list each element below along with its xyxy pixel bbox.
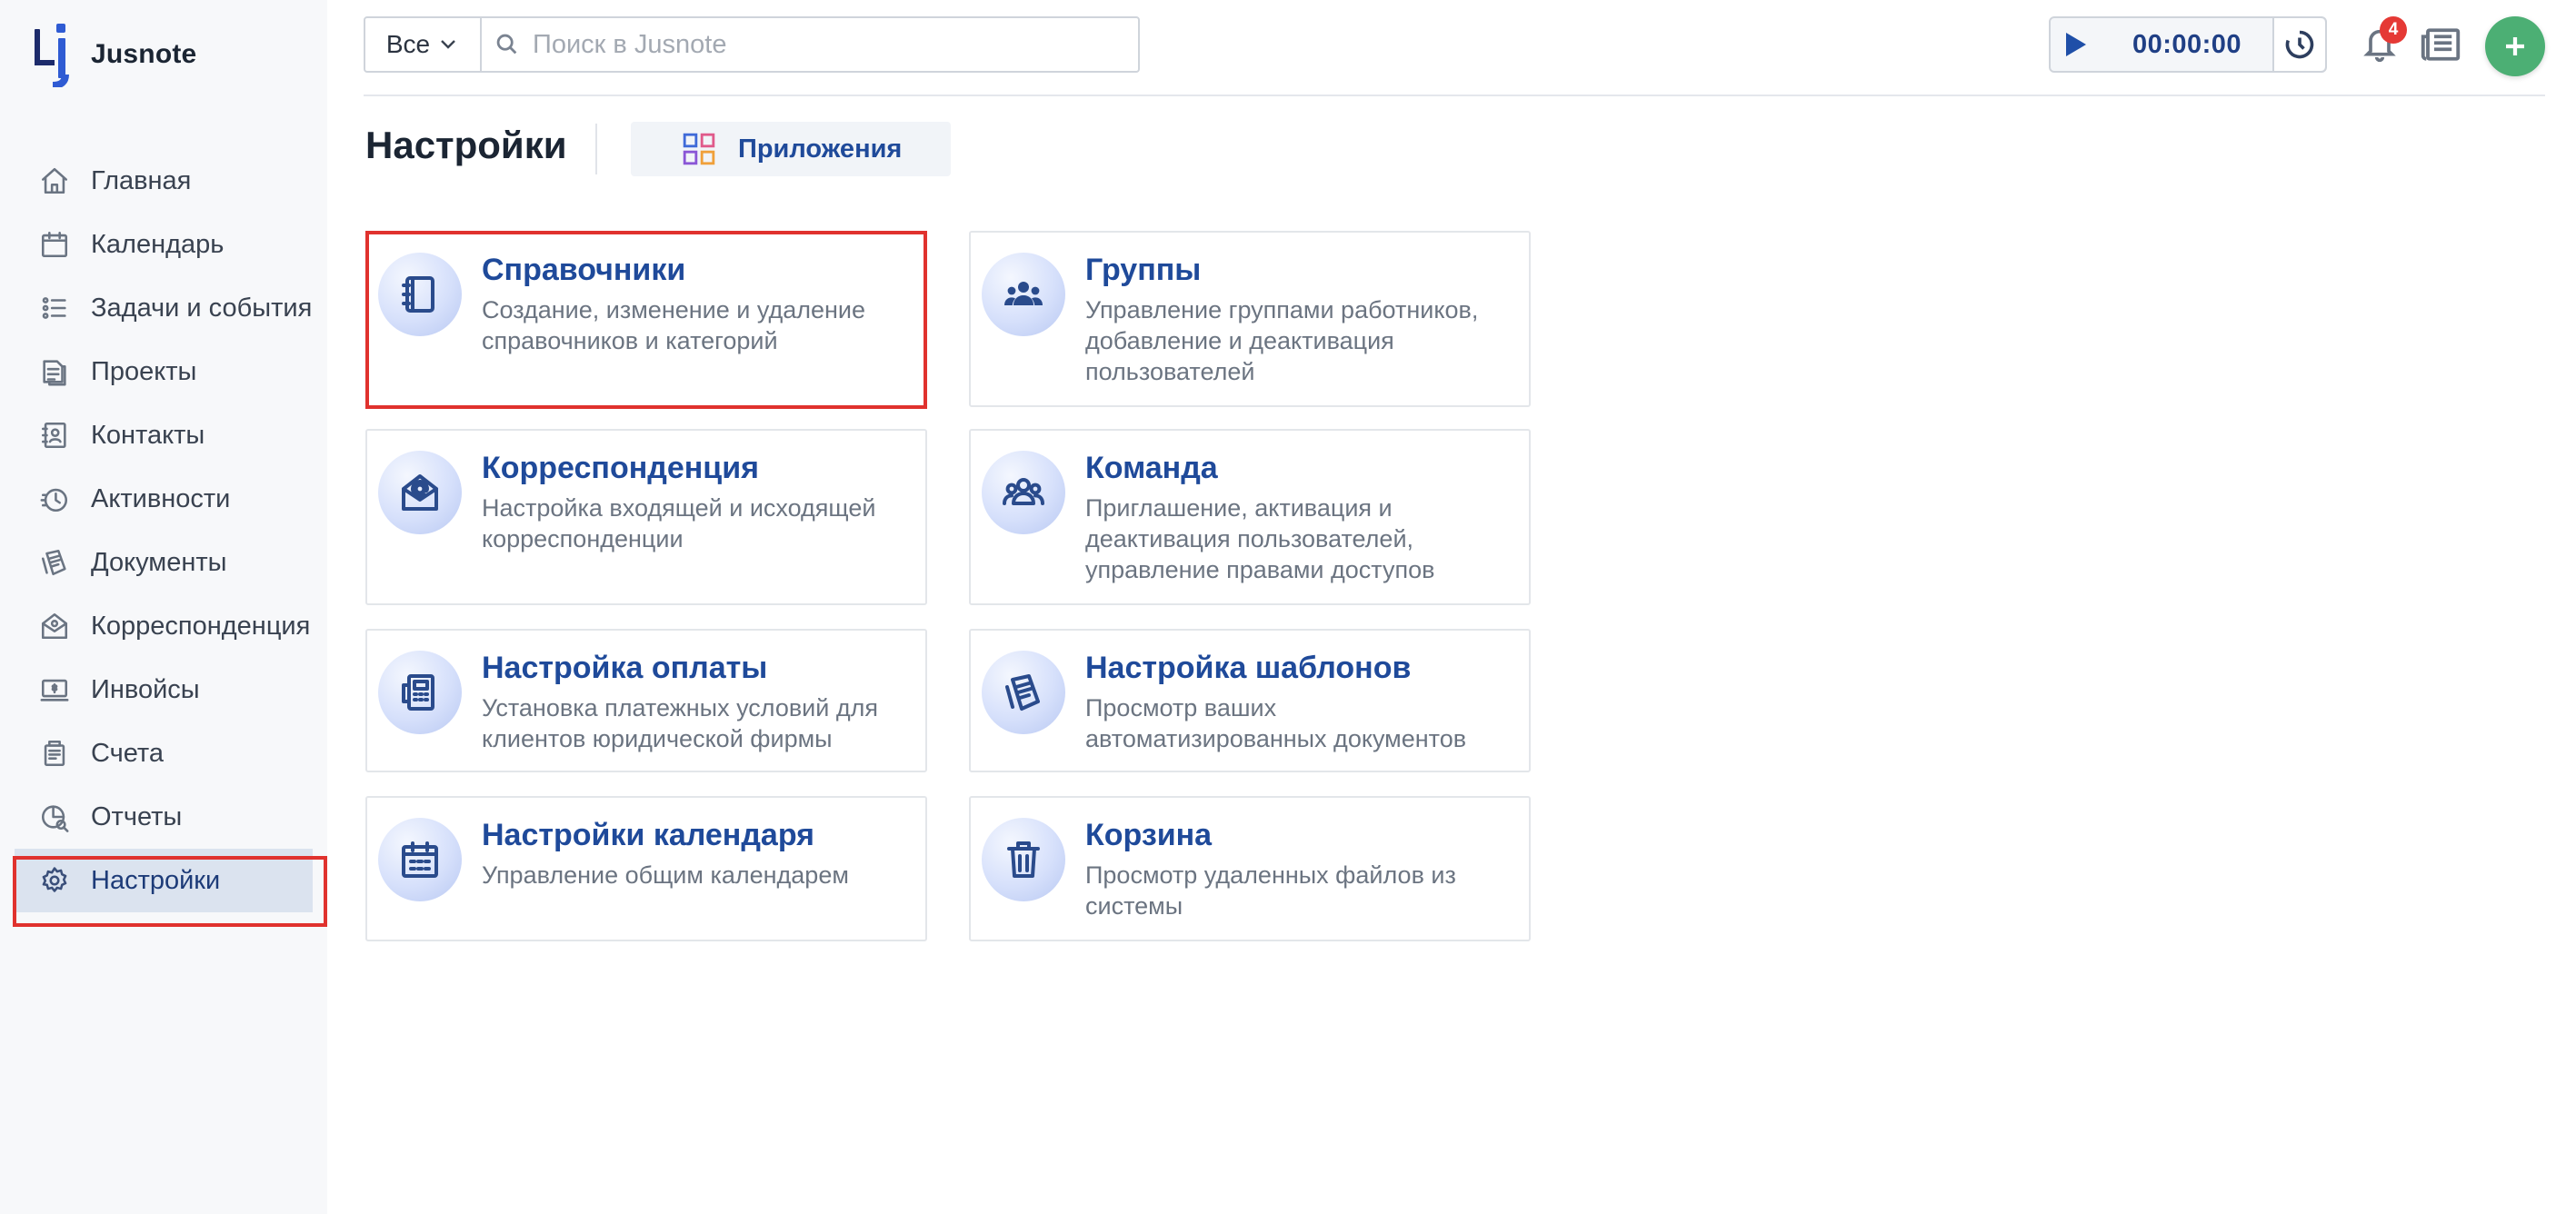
sidebar-nav: Главная Календарь Задачи и события Проек… [0, 149, 327, 912]
sidebar-item-label: Корреспонденция [91, 611, 311, 641]
directory-book-icon [378, 253, 462, 336]
top-divider [364, 95, 2545, 96]
card-description: Создание, изменение и удаление справочни… [482, 296, 865, 354]
apps-grid-icon [683, 133, 715, 165]
sidebar-item-label: Главная [91, 165, 192, 195]
invoice-icon [36, 672, 73, 708]
payment-terminal-icon [378, 651, 462, 734]
plus-icon [2506, 37, 2524, 55]
chevron-down-icon [441, 40, 455, 49]
card-description: Установка платежных условий для клиентов… [482, 694, 878, 752]
card-title: Корреспонденция [482, 451, 759, 485]
card-description: Управление общим календарем [482, 861, 849, 889]
header-divider [595, 124, 597, 174]
sidebar-item-home[interactable]: Главная [0, 149, 327, 213]
search-field [482, 18, 1138, 71]
app-logo[interactable]: Jusnote [33, 22, 196, 87]
sidebar-item-tasks[interactable]: Задачи и события [0, 276, 327, 340]
settings-card-directories[interactable]: Справочники Создание, изменение и удален… [365, 231, 927, 409]
activity-icon [36, 481, 73, 517]
time-tracker: 00:00:00 [2049, 16, 2327, 73]
home-icon [36, 163, 73, 199]
sidebar-item-label: Инвойсы [91, 674, 200, 704]
sidebar: Jusnote Главная Календарь Задачи и событ… [0, 0, 327, 1214]
news-button[interactable] [2420, 25, 2461, 64]
sidebar-item-settings[interactable]: Настройки [15, 849, 313, 912]
card-title: Настройка оплаты [482, 651, 768, 685]
projects-icon [36, 353, 73, 390]
newspaper-icon [2421, 28, 2461, 61]
tasks-icon [36, 290, 73, 326]
calendar-settings-icon [378, 818, 462, 901]
card-title: Команда [1085, 451, 1218, 485]
sidebar-item-contacts[interactable]: Контакты [0, 403, 327, 467]
contacts-icon [36, 417, 73, 453]
sidebar-item-label: Счета [91, 738, 164, 768]
card-title: Корзина [1085, 818, 1213, 852]
team-icon [982, 451, 1065, 534]
top-bar: Все 00:00:00 4 [364, 16, 2545, 76]
search-scope-value: Все [385, 30, 431, 58]
tab-apps[interactable]: Приложения [631, 122, 951, 176]
mail-envelope-icon [378, 451, 462, 534]
sidebar-item-label: Настройки [91, 865, 221, 895]
sidebar-item-correspondence[interactable]: Корреспонденция [0, 594, 327, 658]
calendar-icon [36, 226, 73, 263]
sidebar-item-label: Задачи и события [91, 293, 313, 323]
sidebar-item-invoices[interactable]: Инвойсы [0, 658, 327, 721]
app-name: Jusnote [91, 39, 197, 69]
timer-history-button[interactable] [2272, 18, 2325, 71]
settings-card-calendar[interactable]: Настройки календаря Управление общим кал… [365, 796, 927, 941]
card-description: Управление группами работников, добавлен… [1085, 296, 1479, 385]
search-icon [496, 34, 517, 55]
card-title: Настройка шаблонов [1085, 651, 1412, 685]
sidebar-item-label: Активности [91, 483, 231, 513]
sidebar-item-calendar[interactable]: Календарь [0, 213, 327, 276]
card-description: Просмотр ваших автоматизированных докуме… [1085, 694, 1467, 752]
sidebar-item-activity[interactable]: Активности [0, 467, 327, 531]
sidebar-item-projects[interactable]: Проекты [0, 340, 327, 403]
reports-icon [36, 799, 73, 835]
templates-icon [982, 651, 1065, 734]
search-input[interactable] [533, 29, 1114, 60]
sidebar-item-accounts[interactable]: Счета [0, 721, 327, 785]
add-button[interactable] [2485, 16, 2545, 76]
card-title: Настройки календаря [482, 818, 814, 852]
card-description: Настройка входящей и исходящей корреспон… [482, 494, 876, 552]
sidebar-item-label: Проекты [91, 356, 197, 386]
history-clock-icon [2285, 30, 2314, 59]
search-scope-select[interactable]: Все [365, 18, 482, 71]
settings-card-correspondence[interactable]: Корреспонденция Настройка входящей и исх… [365, 429, 927, 605]
correspondence-icon [36, 608, 73, 644]
card-title: Группы [1085, 253, 1202, 287]
search-bar: Все [364, 16, 1140, 73]
settings-card-groups[interactable]: Группы Управление группами работников, д… [969, 231, 1531, 407]
accounts-icon [36, 735, 73, 771]
documents-icon [36, 544, 73, 581]
card-description: Просмотр удаленных файлов из системы [1085, 861, 1456, 920]
settings-card-templates[interactable]: Настройка шаблонов Просмотр ваших автома… [969, 629, 1531, 772]
notifications-badge: 4 [2380, 16, 2407, 44]
sidebar-item-label: Документы [91, 547, 227, 577]
sidebar-item-label: Контакты [91, 420, 205, 450]
groups-icon [982, 253, 1065, 336]
trash-icon [982, 818, 1065, 901]
settings-card-trash[interactable]: Корзина Просмотр удаленных файлов из сис… [969, 796, 1531, 941]
settings-card-payment[interactable]: Настройка оплаты Установка платежных усл… [365, 629, 927, 772]
jusnote-logo-icon [35, 24, 69, 87]
timer-play-button[interactable] [2051, 18, 2102, 71]
timer-value: 00:00:00 [2132, 29, 2242, 59]
tab-apps-label: Приложения [738, 134, 903, 164]
gear-icon [36, 862, 73, 899]
card-description: Приглашение, активация и деактивация пол… [1085, 494, 1435, 583]
sidebar-item-label: Отчеты [91, 801, 183, 831]
page-title: Настройки [365, 124, 567, 166]
sidebar-item-reports[interactable]: Отчеты [0, 785, 327, 849]
sidebar-item-documents[interactable]: Документы [0, 531, 327, 594]
play-icon [2066, 33, 2086, 56]
sidebar-item-label: Календарь [91, 229, 225, 259]
settings-card-team[interactable]: Команда Приглашение, активация и деактив… [969, 429, 1531, 605]
card-title: Справочники [482, 253, 686, 287]
